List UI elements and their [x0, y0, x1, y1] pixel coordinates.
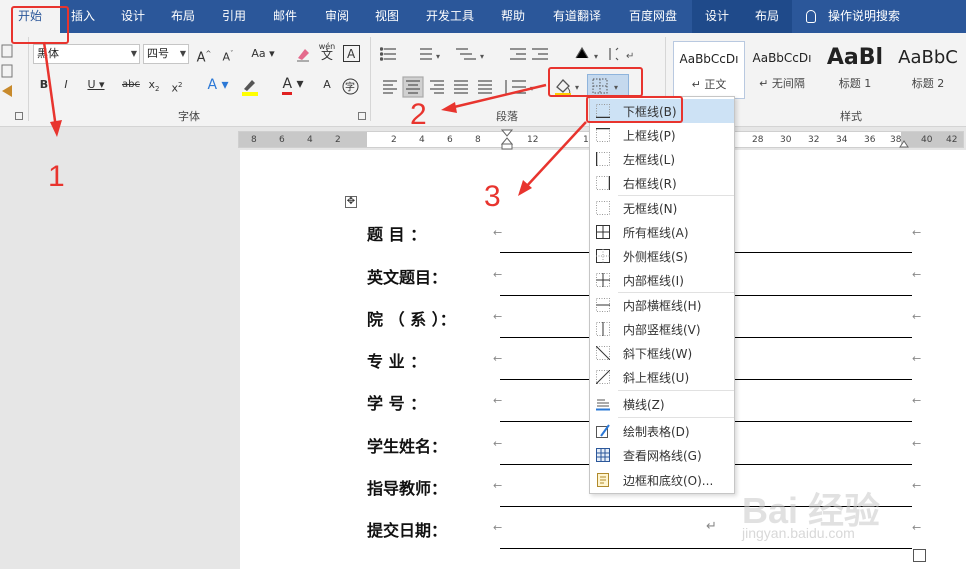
annotation-number-3: 3: [484, 180, 501, 213]
annotation-number-2: 2: [410, 98, 427, 131]
annotation-number-1: 1: [48, 160, 65, 193]
baidu-watermark-url: jingyan.baidu.com: [742, 525, 855, 541]
